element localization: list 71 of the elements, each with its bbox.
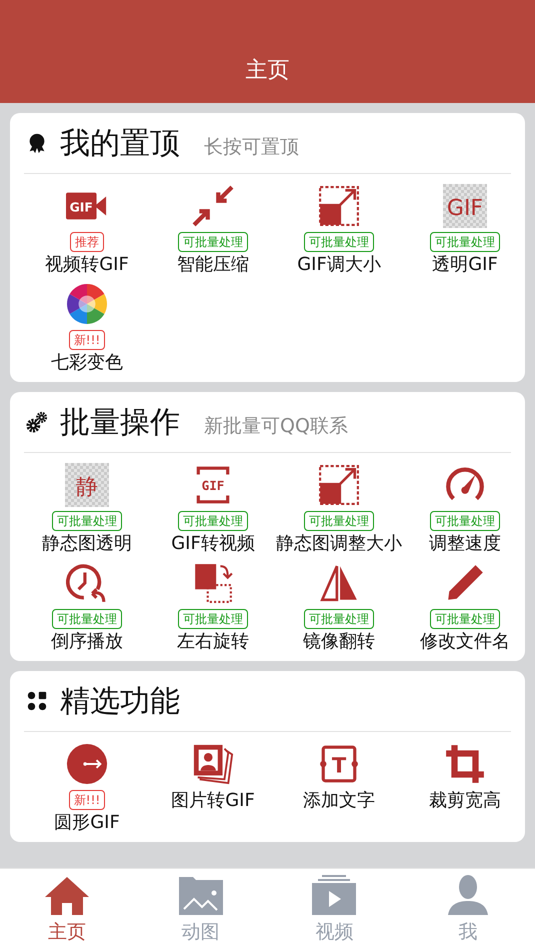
tag-label: 可批量处理 <box>178 609 248 629</box>
tool-item[interactable]: GIF 可批量处理 GIF转视频 <box>150 461 276 555</box>
resize-icon <box>318 464 360 506</box>
tag-label: 推荐 <box>70 232 104 252</box>
home-icon <box>44 875 89 915</box>
tool-item[interactable]: GIF 可批量处理 透明GIF <box>402 182 528 276</box>
tool-item[interactable]: 可批量处理 修改文件名 <box>402 559 528 653</box>
tag-label: 可批量处理 <box>430 511 500 531</box>
tool-label: 透明GIF <box>431 254 499 276</box>
tool-label: GIF转视频 <box>170 533 256 555</box>
nav-tab[interactable]: 主页 <box>0 869 134 951</box>
tool-item[interactable]: 新!!! 圆形GIF <box>24 740 150 834</box>
tag-label: 新!!! <box>68 330 106 350</box>
tag-label: 可批量处理 <box>304 232 374 252</box>
tag-label: 可批量处理 <box>304 511 374 531</box>
tag-label: 可批量处理 <box>52 609 122 629</box>
tool-label: 左右旋转 <box>176 631 250 653</box>
tool-label: 智能压缩 <box>176 254 250 276</box>
color-wheel-icon <box>66 283 108 325</box>
tag-label: 可批量处理 <box>304 609 374 629</box>
tool-item[interactable]: 新!!! 七彩变色 <box>24 280 150 374</box>
tool-item[interactable]: T 添加文字 <box>276 740 402 834</box>
tool-label: 静态图透明 <box>41 533 133 555</box>
tool-label: 视频转GIF <box>44 254 130 276</box>
tool-label: GIF调大小 <box>296 254 382 276</box>
image-folder-icon <box>178 875 223 915</box>
section-title: 精选功能 <box>60 682 180 720</box>
tool-item[interactable]: 可批量处理 调整速度 <box>402 461 528 555</box>
tool-item[interactable]: 静 可批量处理 静态图透明 <box>24 461 150 555</box>
rotate-icon <box>192 562 234 604</box>
tool-item[interactable]: 可批量处理 左右旋转 <box>150 559 276 653</box>
tool-label: 修改文件名 <box>419 631 511 653</box>
tool-item[interactable]: 图片转GIF <box>150 740 276 834</box>
crop-icon <box>444 743 486 785</box>
tool-item[interactable]: 可批量处理 静态图调整大小 <box>276 461 402 555</box>
tag-label: 可批量处理 <box>430 609 500 629</box>
tool-label: 裁剪宽高 <box>428 790 502 812</box>
section-subtitle: 长按可置顶 <box>204 135 299 160</box>
tool-label: 图片转GIF <box>170 790 256 812</box>
tool-item[interactable]: 可批量处理 智能压缩 <box>150 182 276 276</box>
tool-item[interactable]: 裁剪宽高 <box>402 740 528 834</box>
tag-label: 新!!! <box>68 790 106 810</box>
tag-label: 可批量处理 <box>52 511 122 531</box>
resize-icon <box>318 185 360 227</box>
compress-arrows-icon <box>192 185 234 227</box>
tool-item[interactable]: 可批量处理 镜像翻转 <box>276 559 402 653</box>
tool-label: 调整速度 <box>428 533 502 555</box>
tag-label: 可批量处理 <box>430 232 500 252</box>
tool-label: 圆形GIF <box>53 812 121 834</box>
transparent-image-icon: GIF <box>443 184 487 228</box>
section-title: 我的置顶 <box>60 124 180 162</box>
tool-label: 七彩变色 <box>50 352 124 374</box>
user-icon <box>446 875 490 915</box>
section-subtitle: 新批量可QQ联系 <box>204 414 348 439</box>
page-title: 主页 <box>246 57 290 85</box>
tool-label: 倒序播放 <box>50 631 124 653</box>
tool-label: 静态图调整大小 <box>276 533 402 555</box>
tool-label: 镜像翻转 <box>302 631 376 653</box>
clock-reverse-icon <box>66 562 108 604</box>
photo-stack-icon <box>192 743 234 785</box>
tool-label: 添加文字 <box>302 790 376 812</box>
tool-item[interactable]: GIF 推荐 视频转GIF <box>24 182 150 276</box>
tool-item[interactable]: 可批量处理 GIF调大小 <box>276 182 402 276</box>
transparent-image-icon: 静 <box>65 463 109 507</box>
tool-item[interactable]: 可批量处理 倒序播放 <box>24 559 150 653</box>
tag-label: 可批量处理 <box>178 232 248 252</box>
gears-icon <box>26 411 48 433</box>
dots-icon <box>26 690 48 712</box>
tag-label: 可批量处理 <box>178 511 248 531</box>
section-title: 批量操作 <box>60 404 180 442</box>
video-icon <box>312 875 356 915</box>
